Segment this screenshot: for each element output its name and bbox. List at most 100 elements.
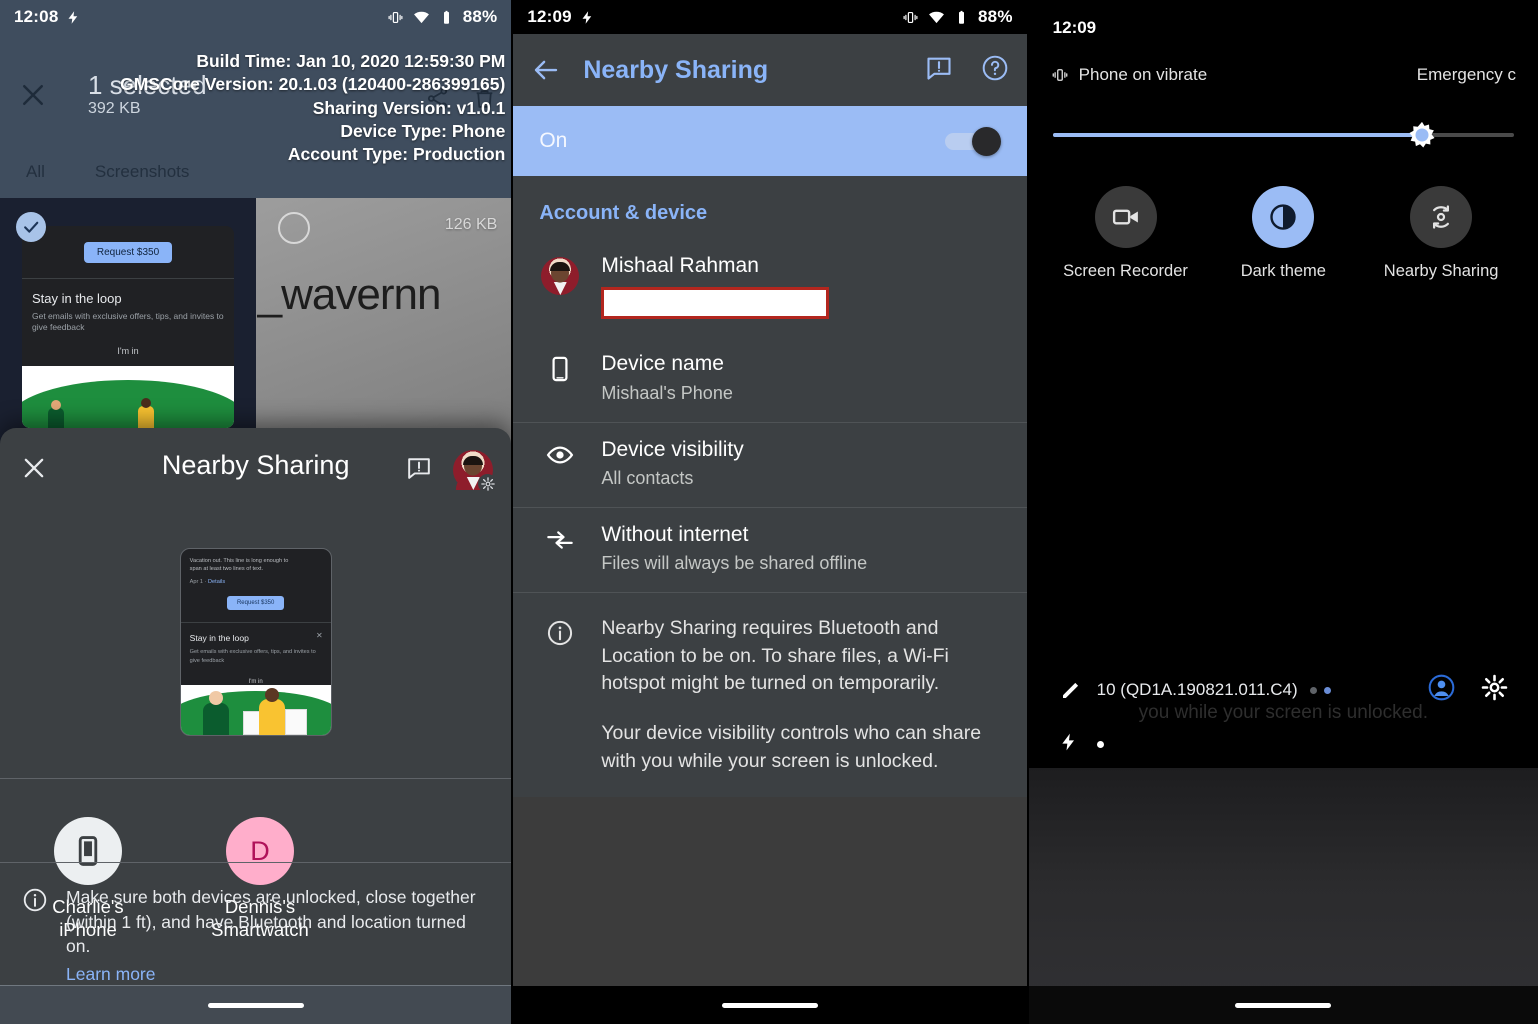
selected-count: 1 selected [88,70,207,100]
panel-file-picker: 12:08 88% 1 selected 392 KB Build Time: … [0,0,512,1024]
edit-pencil-icon[interactable] [1059,678,1083,702]
sheet-title: Nearby Sharing [161,450,350,480]
preview-illustration [180,684,331,735]
page-dot-1 [1309,686,1317,694]
master-toggle-switch[interactable] [944,127,1001,156]
share-icon[interactable] [425,86,450,116]
picker-tabs: All Screenshots [0,146,512,198]
status-time: 12:09 [527,7,572,26]
brightness-icon[interactable] [1407,120,1437,150]
battery-icon [439,10,454,25]
status-time: 12:09 [1052,18,1097,37]
feedback-icon[interactable] [925,54,953,87]
preview-card: Vacation out. This line is long enough t… [179,548,332,736]
status-bar-mid: 12:09 88% [513,0,1027,34]
status-bar-right: 12:09 [1028,0,1538,56]
sheet-header: Nearby Sharing [0,428,511,506]
wifi-icon [413,9,430,26]
eye-icon [539,437,581,469]
qs-tile-label: Nearby Sharing [1383,262,1499,280]
slider-fill [1052,133,1422,137]
qs-tile-label: Screen Recorder [1063,262,1188,280]
bolt-icon [580,10,595,25]
account-avatar [539,253,581,295]
qs-tile-label: Dark theme [1240,262,1326,280]
email-thumbnail: Request $350 Stay in the loop Get emails… [22,226,234,428]
offline-icon [539,522,581,554]
file-grid: Request $350 Stay in the loop Get emails… [0,198,512,456]
list-item-device-name[interactable]: Device name Mishaal's Phone [513,337,1026,421]
bolt-icon [66,10,81,25]
gear-icon[interactable] [478,474,498,493]
file-cell-selected[interactable]: Request $350 Stay in the loop Get emails… [0,198,256,456]
quick-settings-tiles: Screen Recorder Dark theme Nearby Sharin… [1029,186,1538,281]
battery-percent: 88% [462,7,498,26]
nearby-share-icon[interactable] [1410,186,1473,248]
tab-screenshots[interactable]: Screenshots [95,162,190,182]
back-arrow-icon[interactable] [531,55,561,85]
delete-icon[interactable] [472,86,497,116]
file-preview-word: _wavernn [257,270,442,319]
close-icon[interactable] [18,80,48,110]
nav-home-pill[interactable] [1235,1002,1332,1008]
avatar[interactable] [453,450,498,493]
brightness-slider[interactable] [1052,120,1514,150]
section-header-account-device: Account & device [513,176,1027,239]
selected-size: 392 KB [88,100,141,118]
checkmark-icon[interactable] [16,212,46,242]
unchecked-circle-icon[interactable] [277,212,310,244]
tab-all[interactable]: All [26,162,45,182]
master-toggle-row[interactable]: On [513,106,1027,176]
gesture-nav-bar[interactable] [0,985,512,1024]
battery-percent: 88% [978,7,1013,26]
sheet-info-note: Make sure both devices are unlocked, clo… [0,862,512,986]
thumb-cta: I'm in [117,345,139,356]
panel-nearby-settings: 12:09 88% Nearby Sharing On Account & de… [511,0,1029,1024]
qs-tile-nearby-sharing[interactable]: Nearby Sharing [1362,186,1520,281]
picker-top-bar: 1 selected 392 KB [0,34,512,146]
build-label: 10 (QD1A.190821.011.C4) [1096,680,1298,699]
emergency-call-label[interactable]: Emergency c [1417,65,1516,85]
list-item-device-visibility[interactable]: Device visibility All contacts [513,423,1026,507]
info-icon [539,615,581,797]
qs-tile-screen-recorder[interactable]: Screen Recorder [1047,186,1205,281]
list-item-title: Device visibility [601,437,744,461]
vibrate-icon [1051,66,1069,84]
list-item-without-internet[interactable]: Without internet Files will always be sh… [513,508,1026,592]
list-item-subtitle: All contacts [601,467,694,488]
master-toggle-label: On [539,129,568,152]
sheet-file-preview: Vacation out. This line is long enough t… [0,506,511,778]
info-section: Nearby Sharing requires Bluetooth and Lo… [513,593,1027,798]
list-item-account[interactable]: Mishaal Rahman [513,239,1026,337]
qs-notification-bar[interactable] [1042,725,1524,763]
nav-home-pill[interactable] [207,1002,304,1008]
contrast-icon[interactable] [1252,186,1315,248]
file-cell-unselected[interactable]: 126 KB _wavernn [255,198,512,456]
thumb-body: Get emails with exclusive offers, tips, … [32,311,224,333]
learn-more-link[interactable]: Learn more [66,962,156,986]
battery-icon [954,10,969,25]
help-icon[interactable] [981,54,1009,87]
preview-card-body: Get emails with exclusive offers, tips, … [189,648,316,664]
info-icon [22,887,48,913]
qs-tile-dark-theme[interactable]: Dark theme [1204,186,1362,281]
thumb-illustration [22,365,234,428]
list-item-title: Without internet [601,522,749,546]
status-bar-left: 12:08 88% [0,0,512,34]
nav-home-pill[interactable] [721,1002,818,1008]
nearby-sharing-sheet: Nearby Sharing Vacation out. This line i… [0,428,512,1024]
feedback-icon[interactable] [405,456,433,480]
account-name: Mishaal Rahman [601,254,759,277]
info-paragraph-2: Your device visibility controls who can … [601,722,982,772]
selection-summary: 1 selected 392 KB [88,70,207,118]
video-camera-icon[interactable] [1094,186,1157,248]
thumb-title: Stay in the loop [32,291,122,306]
sheet-note-text: Make sure both devices are unlocked, clo… [66,887,476,956]
app-bar: Nearby Sharing [513,34,1027,106]
gesture-nav-bar[interactable] [1028,986,1538,1024]
gesture-nav-bar[interactable] [513,986,1027,1024]
settings-list: Mishaal Rahman Device name Mishaal's Pho… [513,239,1027,798]
phone-on-vibrate-label: Phone on vibrate [1078,65,1208,84]
ghost-text-behind: you while your screen is unlocked. [1138,702,1428,723]
preview-line-1: Vacation out. This line is long enough t… [189,558,289,564]
